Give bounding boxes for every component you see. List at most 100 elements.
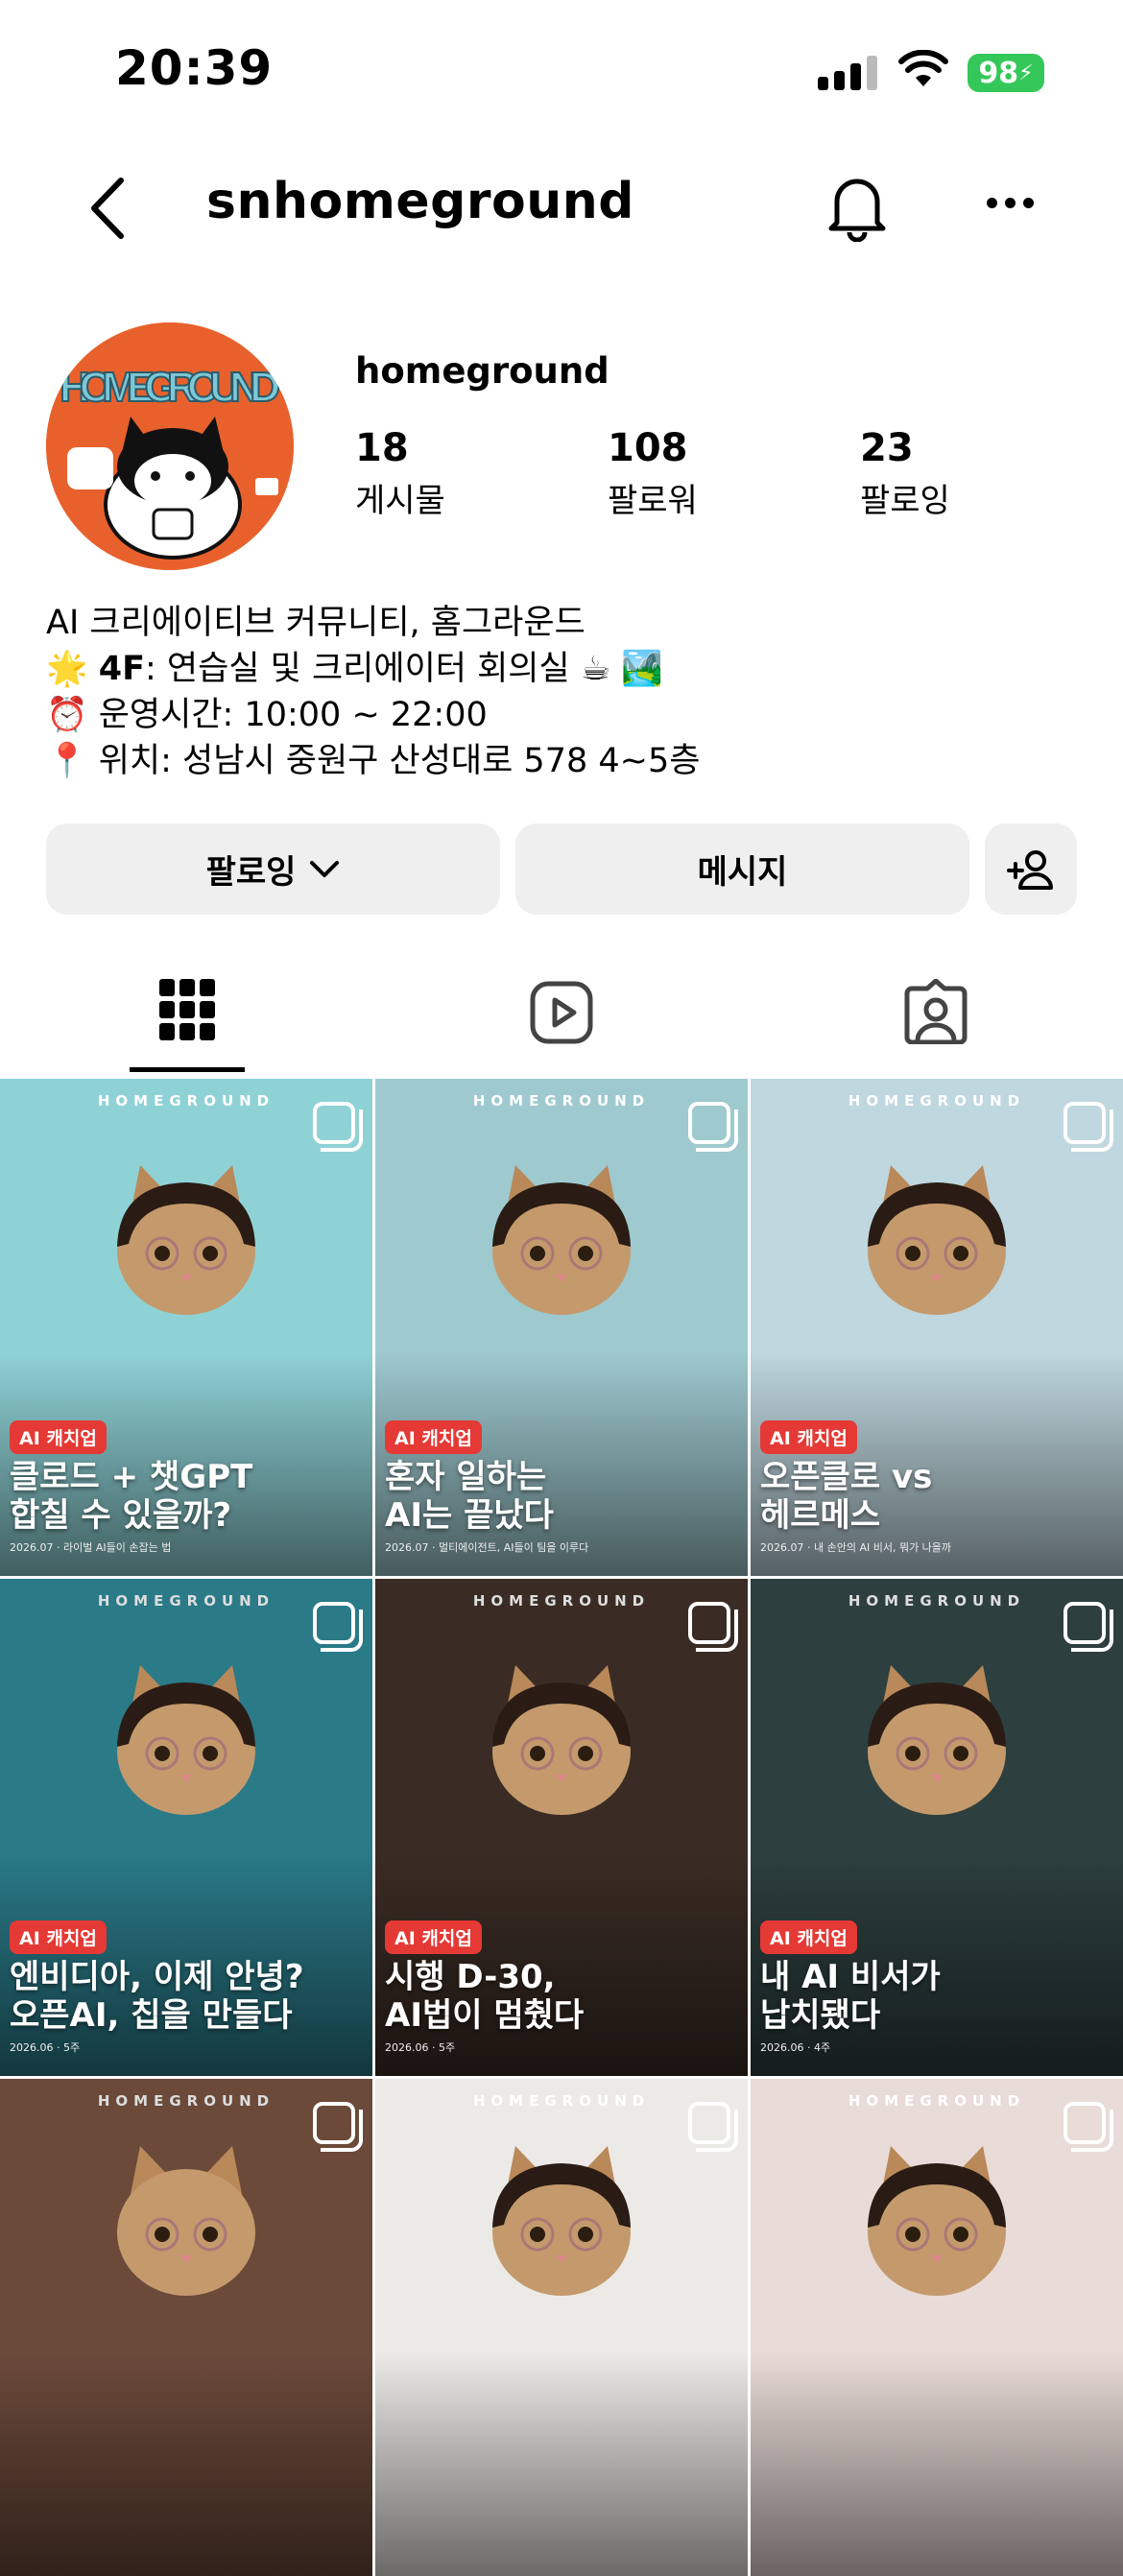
post-title: 엔비디아, 이제 안녕? 오픈AI, 칩을 만들다 <box>10 1958 304 2035</box>
post-title-line-1: 엔비디아, 이제 안녕? <box>10 1958 304 1996</box>
battery-level: 98 <box>978 56 1019 90</box>
post-tile[interactable]: HOMEGROUND AI 캐치업 엔비디아, 이제 안녕? 오픈AI, 칩을 만… <box>0 1579 372 2076</box>
bio-floor: 4F <box>98 650 145 688</box>
post-title-line-2: 납치됐다 <box>760 1996 881 2035</box>
cat-illustration <box>492 1165 631 1315</box>
carousel-icon <box>1063 1102 1113 1152</box>
active-tab-indicator <box>130 1067 245 1072</box>
notification-bell-icon[interactable] <box>824 171 891 246</box>
profile-username: snhomeground <box>206 173 635 230</box>
posts-grid: HOMEGROUND AI 캐치업 클로드 + 챗GPT 합칠 수 있을까? 20… <box>0 1079 1123 2576</box>
more-options-icon[interactable] <box>987 198 1034 208</box>
post-subtitle: 2026.06 · 4주 <box>760 2041 831 2054</box>
post-title: 혼자 일하는 AI는 끝났다 <box>385 1458 554 1535</box>
svg-text:HOMEGROUND: HOMEGROUND <box>60 364 280 411</box>
following-count[interactable]: 23 팔로잉 <box>860 426 950 521</box>
post-subtitle: 2026.07 · 라이벌 AI들이 손잡는 법 <box>10 1541 172 1554</box>
avatar[interactable]: HOMEGROUND <box>46 322 294 570</box>
following-count-value: 23 <box>860 426 914 470</box>
post-subtitle: 2026.06 · 5주 <box>385 2041 456 2054</box>
followers-count[interactable]: 108 팔로워 <box>608 426 698 521</box>
post-title-line-2: 오픈AI, 칩을 만들다 <box>10 1996 293 2035</box>
tagged-tab[interactable] <box>904 978 968 1048</box>
post-badge: AI 캐치업 <box>385 1420 482 1454</box>
grid-icon <box>159 979 215 1040</box>
back-button[interactable] <box>86 175 129 246</box>
cat-illustration <box>868 1665 1006 1815</box>
carousel-icon <box>1063 1602 1113 1652</box>
message-button[interactable]: 메시지 <box>515 823 969 915</box>
post-title-line-1: 오픈클로 vs <box>760 1458 933 1496</box>
cat-illustration <box>492 2146 631 2296</box>
post-badge: AI 캐치업 <box>385 1920 482 1954</box>
post-subtitle: 2026.07 · 내 손안의 AI 비서, 뭐가 나을까 <box>760 1541 952 1554</box>
post-tile[interactable]: HOMEGROUND AI 캐치업 클로드 + 챗GPT 합칠 수 있을까? 20… <box>0 1079 372 1576</box>
post-title: 클로드 + 챗GPT 합칠 수 있을까? <box>10 1458 252 1535</box>
post-title-line-1: 내 AI 비서가 <box>760 1958 941 1996</box>
post-badge: AI 캐치업 <box>10 1920 107 1954</box>
carousel-icon <box>313 2102 363 2152</box>
post-badge: AI 캐치업 <box>760 1420 857 1454</box>
followers-count-value: 108 <box>608 426 688 470</box>
post-title-line-2: 헤르메스 <box>760 1496 881 1535</box>
carousel-icon <box>688 1602 738 1652</box>
post-title-line-1: 클로드 + 챗GPT <box>10 1458 253 1496</box>
add-user-icon <box>1007 849 1053 890</box>
star-emoji: 🌟 <box>46 650 88 688</box>
post-title-line-2: AI법이 멈췄다 <box>385 1996 585 2035</box>
post-title-line-2: 합칠 수 있을까? <box>10 1496 232 1535</box>
cat-illustration <box>117 1665 255 1815</box>
status-time: 20:39 <box>115 40 274 96</box>
post-tile[interactable]: HOMEGROUND AI 캐치업 오픈클로 vs 헤르메스 2026.07 · … <box>751 1079 1123 1576</box>
posts-count-value: 18 <box>355 426 409 470</box>
clock-emoji: ⏰ <box>46 696 88 734</box>
cat-illustration <box>868 2146 1006 2296</box>
post-badge: AI 캐치업 <box>10 1420 107 1454</box>
carousel-icon <box>1063 2102 1113 2152</box>
add-user-button[interactable] <box>985 823 1077 915</box>
following-button-label: 팔로잉 <box>205 853 297 892</box>
carousel-icon <box>313 1602 363 1652</box>
message-button-label: 메시지 <box>697 853 788 892</box>
following-count-label: 팔로잉 <box>860 482 950 520</box>
chevron-down-icon <box>310 860 340 877</box>
post-title: 내 AI 비서가 납치됐다 <box>760 1958 941 2035</box>
bio-hours: 운영시간: 10:00 ~ 22:00 <box>98 696 488 734</box>
cat-illustration <box>117 2146 255 2296</box>
reels-icon <box>530 981 593 1044</box>
pin-emoji: 📍 <box>46 742 88 780</box>
bio-line-3: ⏰ 운영시간: 10:00 ~ 22:00 <box>46 692 700 738</box>
carousel-icon <box>688 2102 738 2152</box>
post-tile[interactable]: HOMEGROUND AI 캐치업 내 AI 비서가 납치됐다 2026.06 ·… <box>751 1579 1123 2076</box>
post-tile[interactable]: HOMEGROUND <box>0 2079 372 2576</box>
posts-count[interactable]: 18 게시물 <box>355 426 445 521</box>
posts-count-label: 게시물 <box>355 482 445 520</box>
bio-line-2: 🌟 4F: 연습실 및 크리에이터 회의실 ☕ 🏞️ <box>46 646 700 692</box>
bio-line-4: 📍 위치: 성남시 중원구 산성대로 578 4~5층 <box>46 738 700 784</box>
followers-count-label: 팔로워 <box>608 482 698 520</box>
post-badge: AI 캐치업 <box>760 1920 857 1954</box>
post-tile[interactable]: HOMEGROUND AI 캐치업 시행 D-30, AI법이 멈췄다 2026.… <box>375 1579 748 2076</box>
post-tile[interactable]: HOMEGROUND <box>375 2079 748 2576</box>
post-tile[interactable]: HOMEGROUND AI 캐치업 혼자 일하는 AI는 끝났다 2026.07 … <box>375 1079 748 1576</box>
following-button[interactable]: 팔로잉 <box>46 823 500 915</box>
bio-location: 위치: 성남시 중원구 산성대로 578 4~5층 <box>98 742 701 780</box>
grid-tab[interactable] <box>159 979 215 1044</box>
cat-illustration <box>868 1165 1006 1315</box>
post-title: 오픈클로 vs 헤르메스 <box>760 1458 932 1535</box>
post-title-line-1: 시행 D-30, <box>385 1958 556 1996</box>
post-subtitle: 2026.06 · 5주 <box>10 2041 81 2054</box>
carousel-icon <box>313 1102 363 1152</box>
bio: AI 크리에이티브 커뮤니티, 홈그라운드 🌟 4F: 연습실 및 크리에이터 … <box>46 600 700 784</box>
bio-line-1: AI 크리에이티브 커뮤니티, 홈그라운드 <box>46 604 585 642</box>
post-tile[interactable]: HOMEGROUND <box>751 2079 1123 2576</box>
tagged-icon <box>904 978 968 1045</box>
cat-illustration <box>117 1165 255 1315</box>
cat-illustration <box>492 1665 631 1815</box>
signal-icon <box>818 56 877 90</box>
post-title-line-2: AI는 끝났다 <box>385 1496 554 1535</box>
display-name: homeground <box>355 350 609 392</box>
reels-tab[interactable] <box>530 981 593 1048</box>
battery-indicator: 98 ⚡ <box>968 54 1044 92</box>
carousel-icon <box>688 1102 738 1152</box>
